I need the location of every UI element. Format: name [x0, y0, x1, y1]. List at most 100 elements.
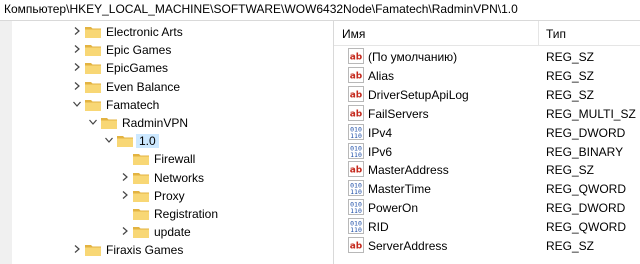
chevron-right-icon[interactable] [72, 62, 82, 72]
value-name: IPv6 [368, 144, 393, 159]
string-value-icon: ab [348, 237, 364, 253]
registry-tree[interactable]: Electronic Arts Epic Games EpicGames Even B… [0, 21, 330, 264]
chevron-right-icon[interactable] [120, 190, 130, 200]
folder-icon [133, 154, 149, 166]
svg-text:ab: ab [350, 53, 363, 63]
folder-icon [133, 190, 149, 202]
value-row[interactable]: 010 110 RID REG_QWORD [334, 217, 640, 236]
chevron-right-icon[interactable] [72, 244, 82, 254]
chevron-right-icon[interactable] [120, 172, 130, 182]
folder-icon [133, 209, 149, 220]
value-row[interactable]: ab ServerAddress REG_SZ [334, 236, 640, 255]
value-type: REG_DWORD [546, 201, 626, 216]
tree-node-label: Registration [154, 207, 219, 221]
value-row[interactable]: ab (По умолчанию) REG_SZ [334, 47, 640, 66]
svg-text:110: 110 [350, 226, 362, 234]
value-name: MasterTime [368, 182, 431, 197]
value-type: REG_SZ [546, 68, 595, 83]
tree-node-label: Proxy [154, 188, 185, 203]
svg-text:110: 110 [350, 207, 362, 215]
tree-node-label: Epic Games [106, 43, 172, 58]
tree-node-label: Firaxis Games [106, 243, 184, 258]
folder-icon [133, 172, 149, 184]
values-list[interactable]: Имя Тип ab (По умолчанию) REG_SZ ab Alias REG… [334, 21, 640, 264]
binary-value-icon: 010110 [348, 180, 364, 197]
folder-icon [85, 45, 101, 57]
value-type: REG_MULTI_SZ [546, 106, 636, 121]
value-type: REG_SZ [546, 163, 595, 178]
binary-value-icon: 010110 [348, 199, 364, 216]
tree-scrollbar[interactable] [0, 21, 12, 264]
svg-text:ab: ab [350, 109, 363, 119]
tree-node-label: Firewall [154, 152, 196, 167]
svg-text:110: 110 [350, 132, 362, 140]
svg-text:ab: ab [350, 166, 363, 176]
tree-node-label: Networks [154, 170, 205, 185]
binary-value-icon: 010110 [348, 142, 364, 159]
string-value-icon: ab [348, 85, 364, 102]
value-name: RID [368, 220, 389, 235]
tree-node-label: Even Balance [106, 79, 181, 94]
value-name: MasterAddress [368, 163, 449, 178]
chevron-right-icon[interactable] [72, 26, 82, 36]
chevron-down-icon[interactable] [72, 99, 82, 109]
svg-text:ab: ab [350, 71, 363, 81]
folder-icon [117, 136, 133, 148]
value-row[interactable]: ab MasterAddress REG_SZ [334, 160, 640, 179]
chevron-right-icon[interactable] [120, 226, 130, 236]
svg-text:110: 110 [350, 188, 362, 196]
value-type: REG_QWORD [546, 220, 627, 235]
string-value-icon: ab [348, 48, 364, 64]
value-name: FailServers [368, 106, 429, 121]
binary-value-icon: 010110 [348, 123, 364, 140]
string-value-icon: ab [348, 66, 364, 83]
tree-node-label: RadminVPN [122, 116, 189, 130]
folder-icon [85, 63, 101, 75]
value-row[interactable]: 010 110 IPv4 REG_DWORD [334, 123, 640, 142]
value-name: (По умолчанию) [368, 50, 458, 64]
value-type: REG_SZ [546, 87, 595, 102]
chevron-down-icon[interactable] [104, 135, 114, 145]
value-name: PowerOn [368, 201, 419, 216]
list-header: Имя Тип [334, 21, 640, 46]
svg-text:ab: ab [350, 242, 363, 252]
address-bar[interactable]: Компьютер\HKEY_LOCAL_MACHINE\SOFTWARE\WO… [0, 0, 640, 21]
chevron-down-icon[interactable] [88, 117, 98, 127]
value-name: DriverSetupApiLog [368, 87, 469, 102]
value-row[interactable]: ab DriverSetupApiLog REG_SZ [334, 85, 640, 104]
value-row[interactable]: ab FailServers REG_MULTI_SZ [334, 104, 640, 123]
column-header-name[interactable]: Имя [342, 27, 365, 41]
tree-node-label: update [154, 225, 191, 240]
value-row[interactable]: 010 110 PowerOn REG_DWORD [334, 198, 640, 217]
tree-node-label: EpicGames [106, 61, 169, 76]
folder-icon [101, 118, 117, 129]
value-type: REG_QWORD [546, 182, 627, 197]
tree-node-label: 1.0 [136, 134, 159, 149]
value-name: Alias [368, 68, 395, 83]
folder-icon [85, 245, 101, 257]
value-type: REG_BINARY [546, 144, 624, 159]
value-type: REG_SZ [546, 50, 595, 64]
value-name: ServerAddress [368, 239, 448, 253]
string-value-icon: ab [348, 161, 364, 178]
svg-text:110: 110 [350, 151, 362, 159]
tree-node-label: Electronic Arts [106, 25, 183, 39]
folder-icon [85, 99, 101, 111]
value-name: IPv4 [368, 125, 393, 140]
binary-value-icon: 010110 [348, 218, 364, 235]
value-type: REG_SZ [546, 239, 595, 253]
folder-icon [85, 81, 101, 93]
value-row[interactable]: ab Alias REG_SZ [334, 66, 640, 85]
value-row[interactable]: 010 110 IPv6 REG_BINARY [334, 142, 640, 161]
svg-text:ab: ab [350, 90, 363, 100]
column-separator[interactable] [538, 21, 539, 45]
address-path[interactable]: Компьютер\HKEY_LOCAL_MACHINE\SOFTWARE\WO… [4, 2, 518, 16]
folder-icon [85, 27, 101, 38]
string-value-icon: ab [348, 104, 364, 121]
chevron-right-icon[interactable] [72, 81, 82, 91]
column-header-type[interactable]: Тип [546, 27, 566, 41]
tree-node-label: Famatech [106, 97, 160, 112]
value-type: REG_DWORD [546, 125, 626, 140]
chevron-right-icon[interactable] [72, 44, 82, 54]
value-row[interactable]: 010 110 MasterTime REG_QWORD [334, 179, 640, 198]
